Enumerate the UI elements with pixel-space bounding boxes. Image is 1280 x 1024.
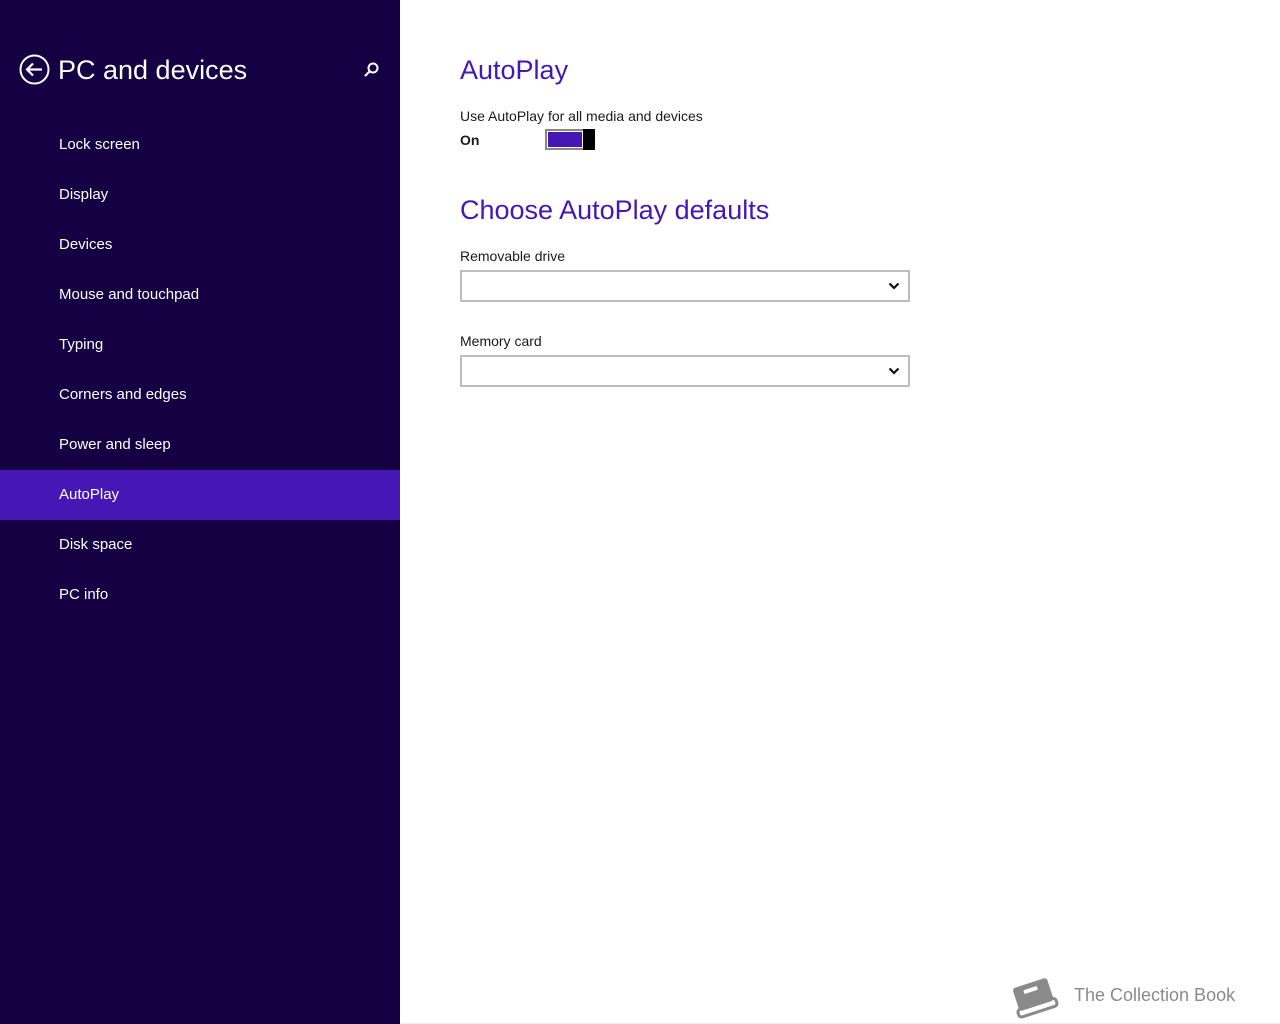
sidebar-item-power-and-sleep[interactable]: Power and sleep bbox=[0, 420, 400, 470]
sidebar-item-label: Display bbox=[59, 186, 109, 203]
autoplay-toggle-label: Use AutoPlay for all media and devices bbox=[460, 108, 703, 124]
removable-drive-dropdown[interactable] bbox=[460, 270, 910, 302]
back-button[interactable] bbox=[19, 54, 50, 85]
back-arrow-circle-icon bbox=[19, 54, 50, 85]
sidebar-item-devices[interactable]: Devices bbox=[0, 220, 400, 270]
sidebar-item-corners-and-edges[interactable]: Corners and edges bbox=[0, 370, 400, 420]
sidebar-item-typing[interactable]: Typing bbox=[0, 320, 400, 370]
memory-card-label: Memory card bbox=[460, 333, 542, 349]
sidebar-item-pc-info[interactable]: PC info bbox=[0, 570, 400, 620]
defaults-section-title: Choose AutoPlay defaults bbox=[460, 195, 770, 225]
chevron-down-icon bbox=[888, 281, 900, 291]
main-content: AutoPlay Use AutoPlay for all media and … bbox=[400, 0, 1280, 1024]
removable-drive-label: Removable drive bbox=[460, 248, 566, 264]
sidebar-item-label: Mouse and touchpad bbox=[59, 286, 200, 303]
book-icon bbox=[1008, 974, 1062, 1020]
chevron-down-icon bbox=[888, 366, 900, 376]
memory-card-dropdown[interactable] bbox=[460, 355, 910, 387]
sidebar-item-mouse-and-touchpad[interactable]: Mouse and touchpad bbox=[0, 270, 400, 320]
sidebar-item-label: PC info bbox=[59, 586, 109, 603]
sidebar-title: PC and devices bbox=[58, 55, 248, 85]
watermark-text: The Collection Book bbox=[1074, 985, 1236, 1005]
sidebar-item-autoplay[interactable]: AutoPlay bbox=[0, 470, 400, 520]
watermark: The Collection Book bbox=[1000, 972, 1260, 1022]
sidebar: PC and devices Lock screen Display Devic… bbox=[0, 0, 400, 1024]
sidebar-item-lock-screen[interactable]: Lock screen bbox=[0, 120, 400, 170]
search-icon bbox=[364, 62, 379, 77]
sidebar-item-label: Typing bbox=[59, 336, 104, 353]
autoplay-toggle[interactable] bbox=[545, 129, 595, 150]
toggle-thumb[interactable] bbox=[583, 129, 595, 150]
autoplay-toggle-state: On bbox=[460, 132, 480, 148]
search-button[interactable] bbox=[360, 59, 382, 81]
sidebar-header: PC and devices bbox=[0, 50, 400, 90]
sidebar-item-label: AutoPlay bbox=[59, 486, 120, 503]
sidebar-item-label: Corners and edges bbox=[59, 386, 187, 403]
toggle-fill bbox=[548, 132, 582, 147]
sidebar-item-label: Lock screen bbox=[59, 136, 140, 153]
sidebar-item-label: Power and sleep bbox=[59, 436, 171, 453]
sidebar-item-label: Devices bbox=[59, 236, 113, 253]
sidebar-item-disk-space[interactable]: Disk space bbox=[0, 520, 400, 570]
settings-app: PC and devices Lock screen Display Devic… bbox=[0, 0, 1280, 1024]
sidebar-item-display[interactable]: Display bbox=[0, 170, 400, 220]
sidebar-nav: Lock screen Display Devices Mouse and to… bbox=[0, 120, 400, 620]
autoplay-section-title: AutoPlay bbox=[460, 55, 569, 85]
sidebar-item-label: Disk space bbox=[59, 536, 133, 553]
